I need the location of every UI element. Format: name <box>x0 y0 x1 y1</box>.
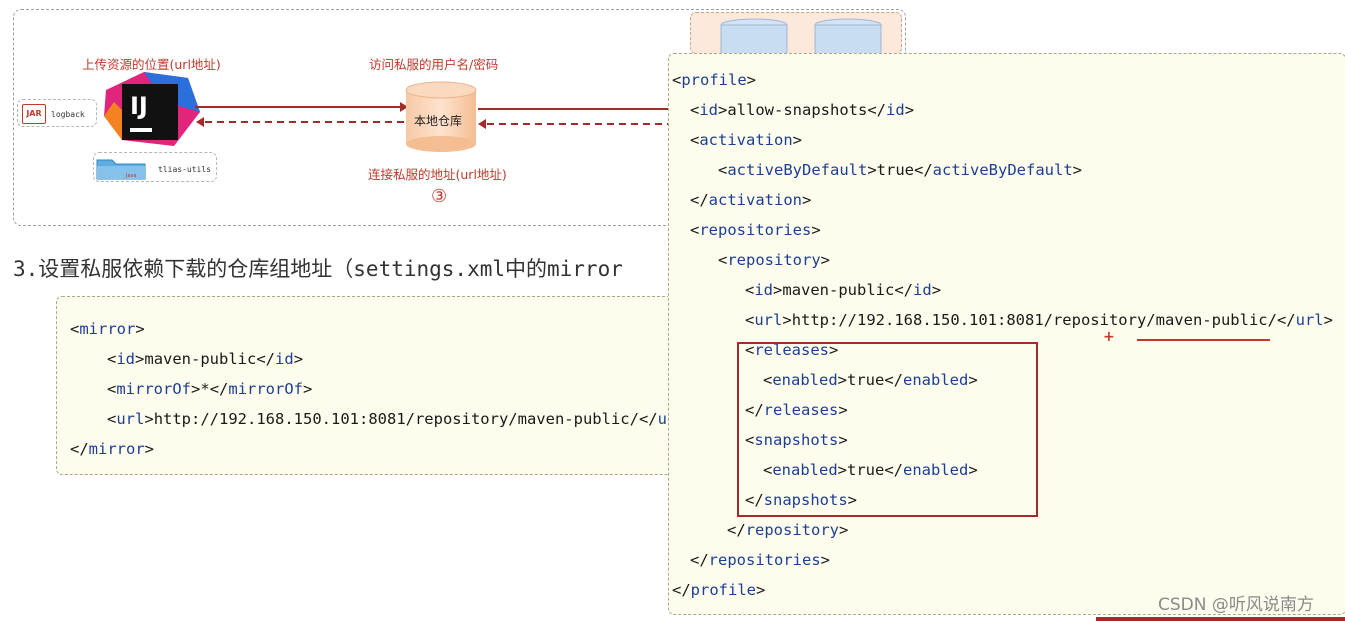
watermark: CSDN @听风说南方 <box>1158 595 1314 615</box>
code-line: <profile> <box>672 71 757 89</box>
step-heading: 3.设置私服依赖下载的仓库组地址（settings.xml中的mirror <box>13 257 623 281</box>
credentials-label: 访问私服的用户名/密码 <box>369 57 499 72</box>
connect-address-label: 连接私服的地址(url地址) <box>368 167 507 182</box>
code-line: <url>http://192.168.150.101:8081/reposit… <box>107 410 677 428</box>
ij-logo-text: IJ <box>130 92 148 120</box>
code-line: </repositories> <box>690 551 830 569</box>
code-line: <id>allow-snapshots</id> <box>690 101 915 119</box>
code-line: <url>http://192.168.150.101:8081/reposit… <box>745 311 1333 329</box>
repository-cylinders-icon <box>720 18 882 53</box>
releases-snapshots-highlight <box>737 342 1038 517</box>
jar-name: logback <box>51 110 85 119</box>
code-line: <id>maven-public</id> <box>107 350 304 368</box>
step-three-marker: ③ <box>431 186 448 207</box>
code-line: <mirrorOf>*</mirrorOf> <box>107 380 313 398</box>
code-line: <repositories> <box>690 221 821 239</box>
code-line: <activeByDefault>true</activeByDefault> <box>718 161 1082 179</box>
code-line: <repository> <box>718 251 831 269</box>
upload-location-label: 上传资源的位置(url地址) <box>82 57 221 72</box>
remote-repo-group <box>690 12 902 54</box>
profile-code-panel: <profile> <id>allow-snapshots</id> <acti… <box>668 53 1345 615</box>
cursor-plus: + <box>1103 329 1115 345</box>
code-line: <mirror> <box>70 320 145 338</box>
code-line: </mirror> <box>70 440 155 458</box>
code-line: </profile> <box>672 581 766 599</box>
code-line: <id>maven-public</id> <box>745 281 942 299</box>
local-repo-label: 本地仓库 <box>414 114 463 128</box>
intellij-logo-icon: IJ <box>104 72 200 148</box>
mirror-code-panel: <mirror> <id>maven-public</id> <mirrorOf… <box>56 296 698 475</box>
svg-text:Java: Java <box>125 173 137 179</box>
folder-icon: Java <box>96 156 146 180</box>
jar-file-icon: JAR <box>22 104 46 124</box>
bottom-accent-bar <box>1096 617 1345 621</box>
code-line: </repository> <box>727 521 849 539</box>
annotation-underline <box>1137 339 1270 341</box>
code-line: <activation> <box>690 131 803 149</box>
code-line: </activation> <box>690 191 812 209</box>
module-name: tlias-utils <box>158 165 211 174</box>
